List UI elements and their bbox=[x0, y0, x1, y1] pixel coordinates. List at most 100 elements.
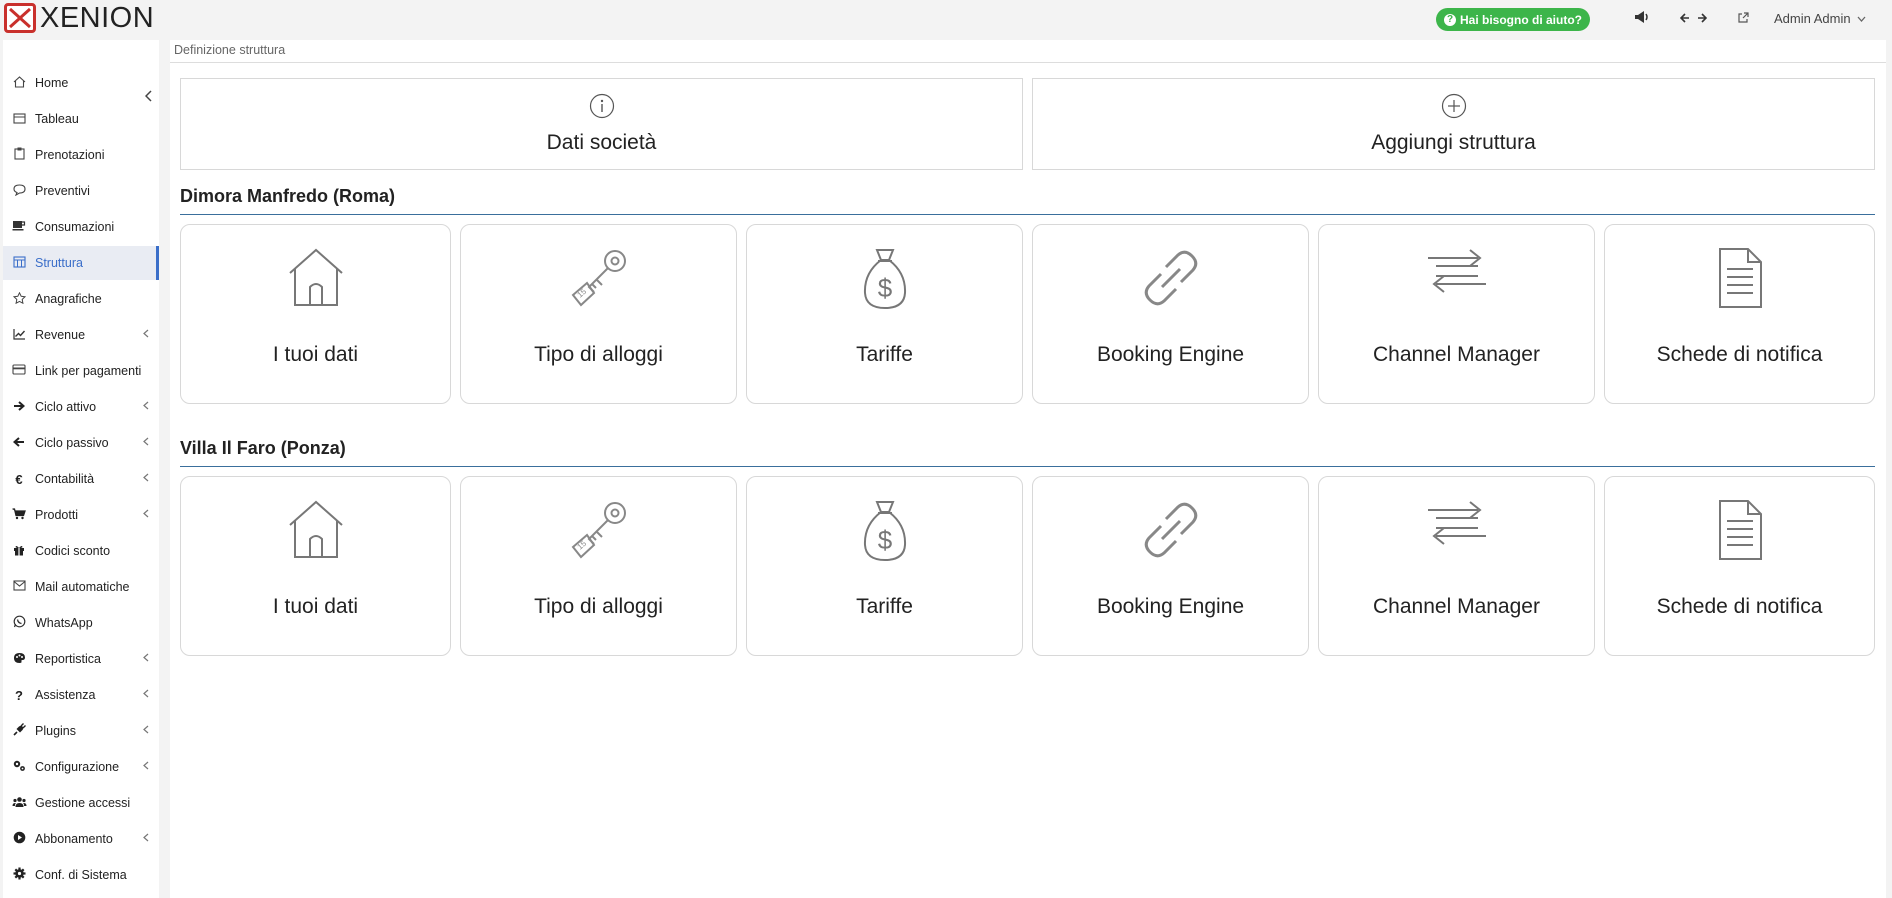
sidebar-item-consumazioni[interactable]: Consumazioni bbox=[3, 210, 159, 244]
sidebar-item-label: Anagrafiche bbox=[35, 292, 102, 306]
sidebar-item-label: WhatsApp bbox=[35, 616, 93, 630]
sidebar-item-prodotti[interactable]: Prodotti bbox=[3, 498, 159, 532]
sidebar-item-label: Contabilità bbox=[35, 472, 95, 486]
help-button[interactable]: ? Hai bisogno di aiuto? bbox=[1436, 8, 1590, 31]
sidebar-item-link-per-pagamenti[interactable]: Link per pagamenti bbox=[3, 354, 159, 388]
chevron-left-icon bbox=[143, 401, 149, 413]
chevron-left-icon bbox=[143, 689, 149, 701]
back-arrow-icon[interactable] bbox=[1679, 10, 1690, 28]
house-icon bbox=[286, 499, 346, 566]
question-circle-icon: ? bbox=[1444, 13, 1456, 26]
logo-text: XENION bbox=[40, 2, 155, 34]
sidebar-item-contabilit[interactable]: € Contabilità bbox=[3, 462, 159, 496]
sidebar-item-label: Assistenza bbox=[35, 688, 96, 702]
help-button-label: Hai bisogno di aiuto? bbox=[1460, 12, 1582, 27]
sidebar-item-home[interactable]: Home bbox=[3, 66, 159, 100]
link-icon bbox=[1140, 247, 1202, 314]
section-divider bbox=[180, 466, 1875, 467]
property-card-label: Tipo di alloggi bbox=[534, 595, 663, 618]
building-icon bbox=[10, 255, 28, 271]
sidebar-item-label: Reportistica bbox=[35, 652, 101, 666]
breadcrumb-bar: Definizione struttura bbox=[170, 40, 1886, 63]
company-data-label: Dati società bbox=[546, 131, 657, 154]
sidebar-item-abbonamento[interactable]: Abbonamento bbox=[3, 822, 159, 856]
property-card-channel-manager[interactable]: Channel Manager bbox=[1318, 476, 1595, 656]
sidebar-item-ciclo-attivo[interactable]: Ciclo attivo bbox=[3, 390, 159, 424]
sidebar-item-label: Link per pagamenti bbox=[35, 364, 142, 378]
scrollbar[interactable] bbox=[1886, 40, 1892, 898]
svg-text:15: 15 bbox=[575, 539, 588, 552]
money-bag-icon: $ bbox=[861, 499, 909, 568]
property-card-tariffe[interactable]: $ Tariffe bbox=[746, 476, 1023, 656]
sidebar-item-label: Ciclo attivo bbox=[35, 400, 97, 414]
key-tag-icon: 15 bbox=[567, 247, 631, 314]
sidebar-item-codici-sconto[interactable]: Codici sconto bbox=[3, 534, 159, 568]
megaphone-icon[interactable] bbox=[1634, 10, 1650, 28]
property-card-label: Tipo di alloggi bbox=[534, 343, 663, 366]
sidebar-item-mail-automatiche[interactable]: Mail automatiche bbox=[3, 570, 159, 604]
svg-text:$: $ bbox=[877, 525, 892, 555]
property-card-booking-engine[interactable]: Booking Engine bbox=[1032, 224, 1309, 404]
property-card-schede-di-notifica[interactable]: Schede di notifica bbox=[1604, 476, 1875, 656]
sidebar-item-label: Abbonamento bbox=[35, 832, 113, 846]
user-menu[interactable]: Admin Admin bbox=[1774, 11, 1866, 26]
sidebar-item-struttura[interactable]: Struttura bbox=[3, 246, 159, 280]
company-data-card[interactable]: Dati società bbox=[180, 78, 1023, 170]
sidebar-item-revenue[interactable]: Revenue bbox=[3, 318, 159, 352]
sidebar-item-label: Mail automatiche bbox=[35, 580, 130, 594]
sidebar-item-assistenza[interactable]: ? Assistenza bbox=[3, 678, 159, 712]
sidebar-item-label: Prenotazioni bbox=[35, 148, 105, 162]
chevron-left-icon bbox=[143, 509, 149, 521]
credit-card-icon bbox=[10, 364, 28, 378]
property-card-label: Channel Manager bbox=[1373, 595, 1540, 618]
add-property-card[interactable]: Aggiungi struttura bbox=[1032, 78, 1875, 170]
sidebar-item-label: Revenue bbox=[35, 328, 86, 342]
app-logo[interactable]: XENION bbox=[4, 3, 154, 33]
sidebar-item-prenotazioni[interactable]: Prenotazioni bbox=[3, 138, 159, 172]
sidebar-item-anagrafiche[interactable]: Anagrafiche bbox=[3, 282, 159, 316]
property-card-i-tuoi-dati[interactable]: I tuoi dati bbox=[180, 476, 451, 656]
sidebar-item-plugins[interactable]: Plugins bbox=[3, 714, 159, 748]
link-icon bbox=[1140, 499, 1202, 566]
house-icon bbox=[286, 247, 346, 314]
whatsapp-icon bbox=[10, 615, 28, 631]
top-bar: XENION ? Hai bisogno di aiuto? Admin Adm… bbox=[0, 0, 1892, 38]
sidebar-item-configurazione[interactable]: Configurazione bbox=[3, 750, 159, 784]
sidebar-item-gestione-accessi[interactable]: Gestione accessi bbox=[3, 786, 159, 820]
property-card-tipo-di-alloggi[interactable]: 15 Tipo di alloggi bbox=[460, 224, 737, 404]
add-property-label: Aggiungi struttura bbox=[1371, 131, 1536, 154]
clipboard-icon bbox=[10, 147, 28, 163]
sidebar-item-conf-di-sistema[interactable]: Conf. di Sistema bbox=[3, 858, 159, 892]
sidebar-item-preventivi[interactable]: Preventivi bbox=[3, 174, 159, 208]
user-name: Admin Admin bbox=[1774, 11, 1851, 26]
cogs-icon bbox=[10, 759, 28, 775]
chevron-left-icon bbox=[143, 653, 149, 665]
sidebar-item-label: Preventivi bbox=[35, 184, 90, 198]
chart-line-icon bbox=[10, 328, 28, 343]
sidebar-item-ciclo-passivo[interactable]: Ciclo passivo bbox=[3, 426, 159, 460]
property-card-tipo-di-alloggi[interactable]: 15 Tipo di alloggi bbox=[460, 476, 737, 656]
info-circle-icon bbox=[589, 93, 615, 124]
property-card-tariffe[interactable]: $ Tariffe bbox=[746, 224, 1023, 404]
users-icon bbox=[10, 796, 28, 811]
property-card-booking-engine[interactable]: Booking Engine bbox=[1032, 476, 1309, 656]
sidebar-item-whatsapp[interactable]: WhatsApp bbox=[3, 606, 159, 640]
document-icon bbox=[1716, 247, 1764, 314]
chevron-down-icon bbox=[1857, 16, 1866, 22]
euro-icon: € bbox=[15, 471, 23, 487]
sidebar-item-label: Conf. di Sistema bbox=[35, 868, 127, 882]
property-card-channel-manager[interactable]: Channel Manager bbox=[1318, 224, 1595, 404]
sidebar-item-label: Tableau bbox=[35, 112, 79, 126]
property-card-i-tuoi-dati[interactable]: I tuoi dati bbox=[180, 224, 451, 404]
play-circle-icon bbox=[10, 831, 28, 847]
external-link-icon[interactable] bbox=[1737, 10, 1749, 28]
property-card-label: Schede di notifica bbox=[1656, 595, 1823, 618]
property-card-label: Booking Engine bbox=[1096, 343, 1245, 366]
sidebar-item-label: Struttura bbox=[35, 256, 83, 270]
sidebar-item-tableau[interactable]: Tableau bbox=[3, 102, 159, 136]
property-card-label: Tariffe bbox=[856, 595, 913, 618]
sidebar-item-reportistica[interactable]: Reportistica bbox=[3, 642, 159, 676]
property-card-schede-di-notifica[interactable]: Schede di notifica bbox=[1604, 224, 1875, 404]
forward-arrow-icon[interactable] bbox=[1697, 10, 1708, 28]
cart-icon bbox=[10, 507, 28, 523]
